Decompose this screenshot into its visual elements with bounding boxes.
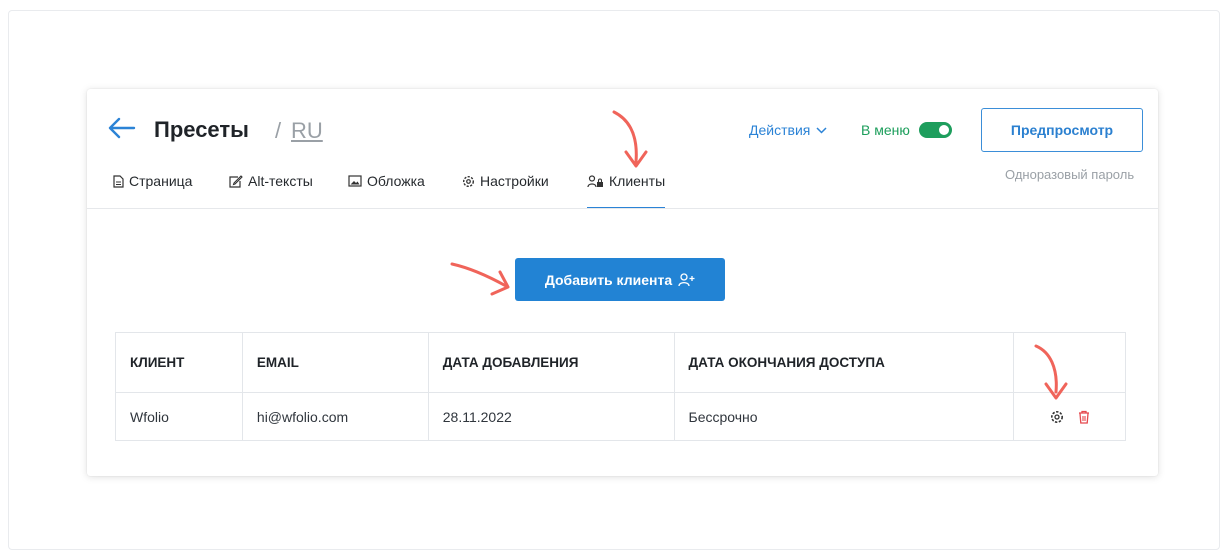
- tab-clients[interactable]: Клиенты: [587, 173, 666, 209]
- edit-icon: [229, 175, 243, 188]
- tab-label: Страница: [129, 173, 193, 189]
- add-client-label: Добавить клиента: [544, 271, 673, 288]
- cell-access-end: Бессрочно: [673, 392, 1015, 441]
- clients-table: КЛИЕНТ EMAIL ДАТА ДОБАВЛЕНИЯ ДАТА ОКОНЧА…: [115, 332, 1126, 441]
- toggle-knob: [939, 125, 949, 135]
- tab-label: Alt-тексты: [248, 173, 313, 189]
- tab-label: Обложка: [367, 173, 425, 189]
- users-lock-icon: [587, 175, 603, 188]
- one-time-password-link[interactable]: Одноразовый пароль: [1005, 167, 1134, 182]
- column-header-access-end: ДАТА ОКОНЧАНИЯ ДОСТУПА: [673, 332, 1015, 393]
- column-header-email: EMAIL: [241, 332, 429, 393]
- tab-settings[interactable]: Настройки: [462, 173, 549, 209]
- cell-date-added: 28.11.2022: [427, 392, 675, 441]
- column-header-client: КЛИЕНТ: [115, 332, 243, 393]
- in-menu-label: В меню: [861, 122, 910, 138]
- preview-button[interactable]: Предпросмотр: [981, 108, 1143, 152]
- tab-label: Клиенты: [609, 173, 666, 189]
- table-header-row: КЛИЕНТ EMAIL ДАТА ДОБАВЛЕНИЯ ДАТА ОКОНЧА…: [115, 332, 1126, 393]
- back-arrow-icon[interactable]: [107, 116, 137, 140]
- cell-client: Wfolio: [115, 392, 243, 441]
- column-header-actions: [1013, 332, 1126, 393]
- image-icon: [348, 175, 362, 187]
- client-settings-gear-icon[interactable]: [1050, 410, 1064, 424]
- tab-page[interactable]: Страница: [113, 173, 192, 209]
- breadcrumb-separator: /: [275, 118, 282, 143]
- delete-trash-icon[interactable]: [1078, 410, 1090, 424]
- actions-dropdown[interactable]: Действия: [749, 122, 827, 138]
- gear-icon: [462, 175, 475, 188]
- language-link[interactable]: RU: [291, 118, 323, 144]
- in-menu-toggle[interactable]: [919, 122, 952, 138]
- add-client-button[interactable]: Добавить клиента: [515, 258, 725, 301]
- page-title: Пресеты: [154, 117, 249, 142]
- actions-label: Действия: [749, 122, 811, 138]
- cell-email: hi@wfolio.com: [241, 392, 429, 441]
- add-user-icon: [678, 272, 695, 286]
- header-divider: [87, 208, 1158, 209]
- column-header-date-added: ДАТА ДОБАВЛЕНИЯ: [427, 332, 675, 393]
- page-icon: [113, 175, 124, 188]
- tab-cover[interactable]: Обложка: [348, 173, 425, 209]
- cell-actions: [1013, 392, 1126, 441]
- tab-alt-texts[interactable]: Alt-тексты: [229, 173, 313, 209]
- chevron-down-icon: [816, 126, 827, 134]
- presets-card: Пресеты / RU Действия В меню Предпросмот…: [87, 89, 1158, 476]
- tab-label: Настройки: [480, 173, 549, 189]
- table-row: Wfolio hi@wfolio.com 28.11.2022 Бессрочн…: [115, 392, 1126, 441]
